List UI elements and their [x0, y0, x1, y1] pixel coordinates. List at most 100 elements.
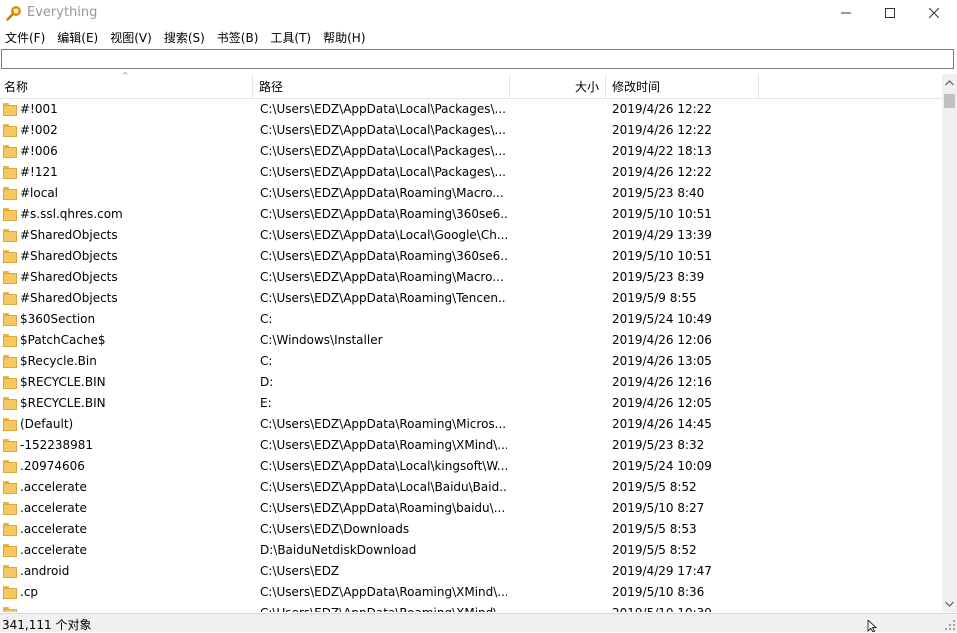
- cell-path: C:\Users\EDZ\AppData\Local\Packages\...: [260, 165, 506, 179]
- cell-path: C:\Users\EDZ\AppData\Roaming\Micros...: [260, 417, 507, 431]
- cell-size: [512, 246, 604, 267]
- table-row[interactable]: #!006 C:\Users\EDZ\AppData\Local\Packages…: [0, 141, 942, 162]
- close-button[interactable]: [911, 0, 957, 26]
- table-row[interactable]: C:\Users\EDZ\AppData\Roaming\XMind\... 20…: [0, 603, 942, 612]
- table-row[interactable]: #local C:\Users\EDZ\AppData\Roaming\Macro…: [0, 183, 942, 204]
- results-list: #!001 C:\Users\EDZ\AppData\Local\Packages…: [0, 99, 942, 612]
- table-row[interactable]: .android C:\Users\EDZ 2019/4/29 17:47: [0, 561, 942, 582]
- cell-path: C:\Users\EDZ\AppData\Roaming\Macro...: [260, 186, 504, 200]
- cell-modified: 2019/4/22 18:13: [612, 144, 712, 158]
- cell-size: [512, 582, 604, 603]
- cell-name: .accelerate: [20, 480, 87, 494]
- cell-path: C:\Users\EDZ\AppData\Local\Baidu\Baid...: [260, 480, 507, 494]
- chevron-down-icon: [945, 601, 954, 607]
- status-object-count: 341,111 个对象: [2, 618, 92, 632]
- cell-size: [512, 351, 604, 372]
- menu-tools[interactable]: 工具(T): [265, 29, 318, 46]
- cell-path: D:\BaiduNetdiskDownload: [260, 543, 417, 557]
- menu-search[interactable]: 搜索(S): [159, 29, 212, 46]
- maximize-button[interactable]: [867, 0, 913, 26]
- cell-path: C:\Users\EDZ\AppData\Roaming\360se6...: [260, 249, 507, 263]
- table-row[interactable]: #SharedObjects C:\Users\EDZ\AppData\Roami…: [0, 288, 942, 309]
- table-row[interactable]: .cp C:\Users\EDZ\AppData\Roaming\XMind\..…: [0, 582, 942, 603]
- table-row[interactable]: #!121 C:\Users\EDZ\AppData\Local\Packages…: [0, 162, 942, 183]
- column-header-name-label: 名称: [4, 80, 29, 94]
- cell-name: .accelerate: [20, 501, 87, 515]
- cell-size: [512, 162, 604, 183]
- table-row[interactable]: #SharedObjects C:\Users\EDZ\AppData\Local…: [0, 225, 942, 246]
- table-row[interactable]: .accelerate C:\Users\EDZ\AppData\Local\Ba…: [0, 477, 942, 498]
- minimize-button[interactable]: [823, 0, 869, 26]
- cell-name: #!002: [20, 123, 58, 137]
- table-row[interactable]: (Default) C:\Users\EDZ\AppData\Roaming\Mi…: [0, 414, 942, 435]
- column-header-name[interactable]: 名称 ^: [0, 71, 253, 98]
- menu-help[interactable]: 帮助(H): [318, 29, 372, 46]
- table-row[interactable]: .accelerate C:\Users\EDZ\AppData\Roaming\…: [0, 498, 942, 519]
- cell-path: C:\Users\EDZ\AppData\Local\Google\Ch...: [260, 228, 507, 242]
- table-row[interactable]: .accelerate D:\BaiduNetdiskDownload 2019/5…: [0, 540, 942, 561]
- cell-modified: 2019/5/9 8:55: [612, 291, 697, 305]
- column-header-size-label: 大小: [574, 80, 599, 94]
- cell-path: C:\Users\EDZ\AppData\Local\kingsoft\W...: [260, 459, 507, 473]
- cell-modified: 2019/5/10 10:39: [612, 603, 757, 612]
- cell-size: [512, 393, 604, 414]
- table-row[interactable]: #!002 C:\Users\EDZ\AppData\Local\Packages…: [0, 120, 942, 141]
- table-row[interactable]: -152238981 C:\Users\EDZ\AppData\Roaming\X…: [0, 435, 942, 456]
- cell-size: [512, 372, 604, 393]
- table-row[interactable]: #s.ssl.qhres.com C:\Users\EDZ\AppData\Roa…: [0, 204, 942, 225]
- status-bar: 341,111 个对象: [0, 613, 957, 632]
- cell-size: [512, 204, 604, 225]
- menu-file[interactable]: 文件(F): [0, 29, 52, 46]
- menu-bookmarks[interactable]: 书签(B): [212, 29, 266, 46]
- table-row[interactable]: .20974606 C:\Users\EDZ\AppData\Local\king…: [0, 456, 942, 477]
- table-row[interactable]: #SharedObjects C:\Users\EDZ\AppData\Roami…: [0, 246, 942, 267]
- cell-name: .accelerate: [20, 543, 87, 557]
- cell-modified: 2019/5/24 10:49: [612, 312, 712, 326]
- cell-size: [512, 603, 604, 612]
- search-input[interactable]: [2, 50, 953, 68]
- table-row[interactable]: $RECYCLE.BIN E: 2019/4/26 12:05: [0, 393, 942, 414]
- scroll-thumb[interactable]: [944, 94, 955, 108]
- column-header-modified[interactable]: 修改时间: [606, 74, 759, 98]
- folder-icon: [3, 460, 17, 473]
- cell-name: #local: [20, 186, 59, 200]
- table-row[interactable]: .accelerate C:\Users\EDZ\Downloads 2019/5/…: [0, 519, 942, 540]
- cell-size: [512, 183, 604, 204]
- table-row[interactable]: $Recycle.Bin C: 2019/4/26 13:05: [0, 351, 942, 372]
- cell-name: #SharedObjects: [20, 249, 118, 263]
- column-header-path[interactable]: 路径: [253, 74, 510, 98]
- cell-name: $RECYCLE.BIN: [20, 375, 106, 389]
- cell-path: C:\Users\EDZ\AppData\Local\Packages\...: [260, 123, 506, 137]
- scroll-down-button[interactable]: [942, 595, 957, 612]
- cell-modified: 2019/4/26 12:05: [612, 396, 712, 410]
- table-row[interactable]: $RECYCLE.BIN D: 2019/4/26 12:16: [0, 372, 942, 393]
- cell-name: #SharedObjects: [20, 291, 118, 305]
- vertical-scrollbar[interactable]: [942, 74, 957, 612]
- sort-ascending-icon: ^: [122, 71, 129, 80]
- cell-size: [512, 120, 604, 141]
- folder-icon: [3, 250, 17, 263]
- menu-view[interactable]: 视图(V): [105, 29, 159, 46]
- cell-modified: 2019/5/23 8:40: [612, 186, 705, 200]
- folder-icon: [3, 418, 17, 431]
- cell-modified: 2019/4/26 12:06: [612, 333, 712, 347]
- folder-icon: [3, 502, 17, 515]
- cell-modified: 2019/5/23 8:39: [612, 270, 705, 284]
- table-row[interactable]: $PatchCache$ C:\Windows\Installer 2019/4/2…: [0, 330, 942, 351]
- column-header-modified-label: 修改时间: [612, 80, 661, 94]
- table-row[interactable]: #SharedObjects C:\Users\EDZ\AppData\Roami…: [0, 267, 942, 288]
- column-header-size[interactable]: 大小: [510, 74, 606, 98]
- scroll-up-button[interactable]: [942, 74, 957, 91]
- cell-name: $Recycle.Bin: [20, 354, 97, 368]
- folder-icon: [3, 439, 17, 452]
- cell-size: [512, 414, 604, 435]
- cell-size: [512, 435, 604, 456]
- folder-icon: [3, 208, 17, 221]
- cell-path: C:\Users\EDZ\AppData\Local\Packages\...: [260, 102, 506, 116]
- cell-modified: 2019/4/26 12:22: [612, 102, 712, 116]
- table-row[interactable]: #!001 C:\Users\EDZ\AppData\Local\Packages…: [0, 99, 942, 120]
- resize-grip-icon[interactable]: [945, 620, 955, 630]
- cell-path: C:\Users\EDZ\AppData\Roaming\baidu\...: [260, 501, 506, 515]
- menu-edit[interactable]: 编辑(E): [52, 29, 105, 46]
- table-row[interactable]: $360Section C: 2019/5/24 10:49: [0, 309, 942, 330]
